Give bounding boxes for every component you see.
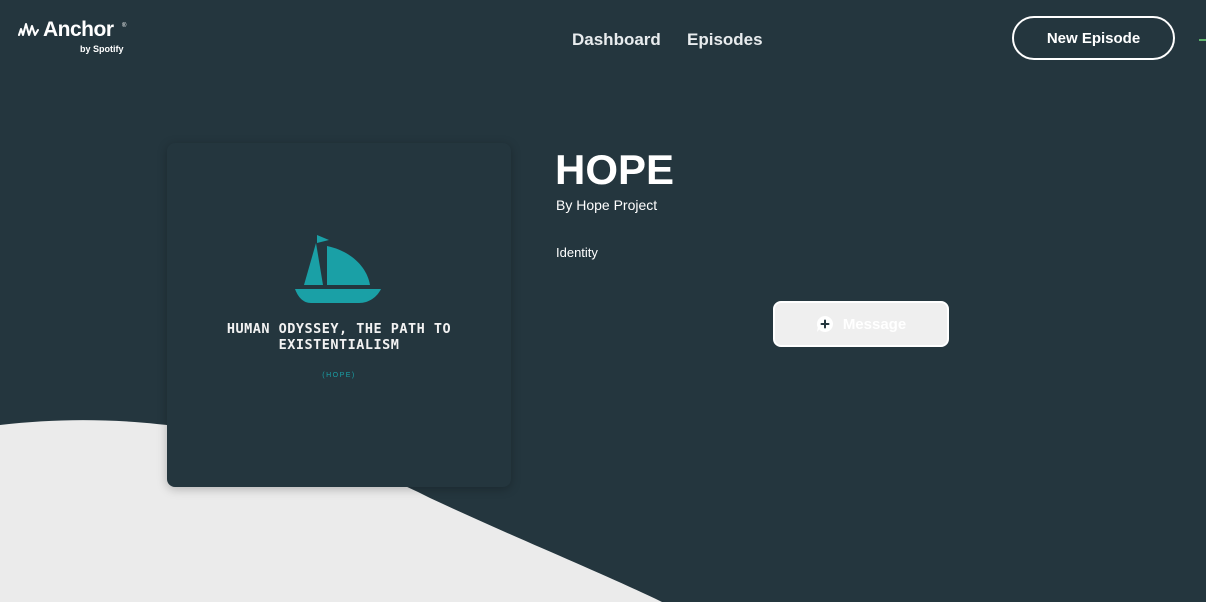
nav-episodes[interactable]: Episodes (687, 30, 763, 50)
sailboat-icon (295, 235, 381, 303)
edge-decoration (1199, 39, 1206, 41)
message-label: Message (842, 315, 907, 333)
logo-subtext: by Spotify (80, 44, 124, 54)
podcast-title: HOPE (555, 146, 675, 193)
anchor-wave-icon (18, 23, 39, 36)
podcast-author: By Hope Project (556, 197, 658, 213)
logo-registered-mark: ® (122, 23, 127, 29)
cover-subtitle: (HOPE) (322, 372, 356, 379)
podcast-category: Identity (556, 245, 598, 260)
anchor-logo[interactable]: Anchor ® by Spotify (18, 18, 138, 58)
new-episode-button[interactable]: New Episode (1012, 16, 1175, 60)
cover-title: HUMAN ODYSSEY, THE PATH TO EXISTENTIALIS… (226, 321, 452, 353)
message-button[interactable]: Message (773, 301, 949, 347)
logo-text: Anchor (43, 18, 114, 41)
chat-plus-icon (816, 315, 833, 332)
nav-dashboard[interactable]: Dashboard (572, 30, 661, 50)
podcast-cover-art: HUMAN ODYSSEY, THE PATH TO EXISTENTIALIS… (167, 143, 511, 487)
